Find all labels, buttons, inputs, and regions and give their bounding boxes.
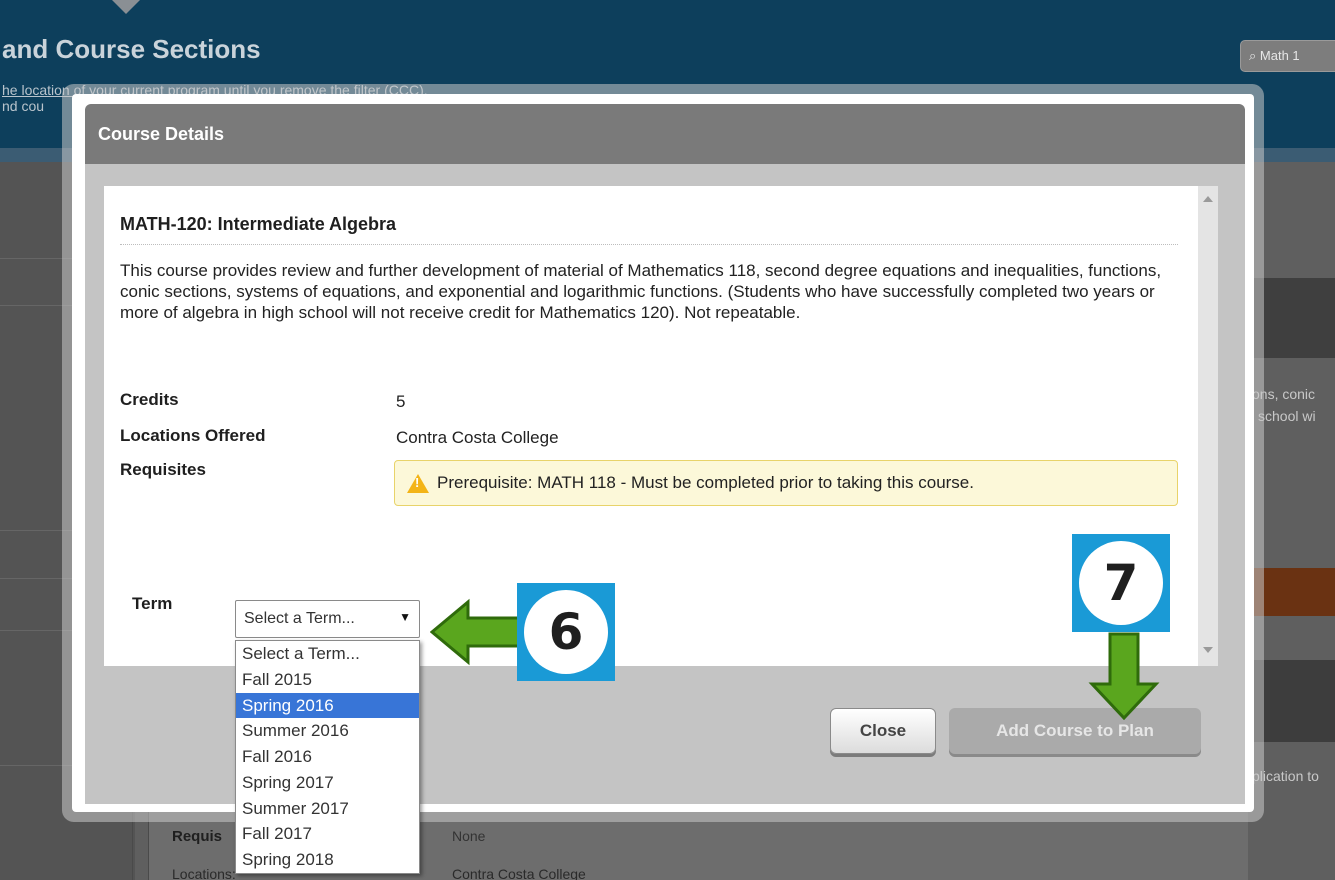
term-option[interactable]: Summer 2017 xyxy=(236,796,419,822)
term-option[interactable]: Fall 2015 xyxy=(236,667,419,693)
step-7-badge: 7 xyxy=(1072,534,1170,632)
down-arrow-icon xyxy=(1088,632,1160,720)
bg-course-text-3: plication to xyxy=(1252,768,1319,784)
search-box[interactable]: ⌕ Math 1 xyxy=(1240,40,1335,72)
course-card-header xyxy=(1245,278,1335,358)
locations-value: Contra Costa College xyxy=(396,428,559,447)
add-course-to-plan-button[interactable]: Add Course to Plan xyxy=(949,708,1201,754)
bg-requisites-value: None xyxy=(452,828,486,844)
bg-locations-value: Contra Costa College xyxy=(452,866,586,880)
page-title: and Course Sections xyxy=(2,34,261,64)
bg-locations-label: Locations: xyxy=(172,866,236,880)
bg-requisites-label: Requis xyxy=(172,828,223,845)
term-option-highlighted[interactable]: Spring 2016 xyxy=(236,692,419,719)
course-description: This course provides review and further … xyxy=(120,261,1162,322)
locations-label: Locations Offered xyxy=(120,426,266,445)
prerequisite-text: Prerequisite: MATH 118 - Must be complet… xyxy=(437,473,974,492)
term-option[interactable]: Select a Term... xyxy=(236,641,419,667)
search-icon: ⌕ xyxy=(1249,48,1257,63)
title-divider xyxy=(120,244,1178,245)
credits-label: Credits xyxy=(120,390,179,409)
filter-notice-2: nd cou xyxy=(2,98,45,114)
course-details-scroll-area xyxy=(104,186,1198,666)
scroll-up-arrow-icon[interactable] xyxy=(1203,196,1213,202)
term-option[interactable]: Spring 2018 xyxy=(236,847,419,873)
scroll-down-arrow-icon[interactable] xyxy=(1203,647,1213,653)
close-button[interactable]: Close xyxy=(830,708,936,754)
step-6-number: 6 xyxy=(524,590,608,674)
term-option[interactable]: Fall 2017 xyxy=(236,821,419,847)
step-7-number: 7 xyxy=(1079,541,1163,625)
dialog-header: Course Details xyxy=(85,104,1245,164)
left-arrow-icon xyxy=(430,598,526,666)
chevron-down-icon: ▼ xyxy=(399,610,411,624)
bg-dark-card xyxy=(1245,660,1335,742)
prerequisite-alert: ! Prerequisite: MATH 118 - Must be compl… xyxy=(394,460,1178,506)
bg-course-text-2: school wi xyxy=(1258,408,1316,424)
step-6-badge: 6 xyxy=(517,583,615,681)
term-option[interactable]: Fall 2016 xyxy=(236,744,419,770)
dialog-title: Course Details xyxy=(98,124,225,144)
warning-exclamation: ! xyxy=(415,475,420,490)
bg-course-text-1: ons, conic xyxy=(1252,386,1316,402)
bg-orange-bar xyxy=(1245,568,1335,616)
requisites-label: Requisites xyxy=(120,460,206,479)
term-select[interactable]: Select a Term... ▼ xyxy=(235,600,420,638)
nav-caret xyxy=(112,0,140,14)
search-value: Math 1 xyxy=(1259,48,1300,63)
credits-value: 5 xyxy=(396,392,406,411)
term-option[interactable]: Spring 2017 xyxy=(236,770,419,796)
term-label: Term xyxy=(132,594,173,613)
term-select-value: Select a Term... xyxy=(244,610,355,627)
term-option[interactable]: Summer 2016 xyxy=(236,718,419,744)
scrollbar[interactable] xyxy=(1198,186,1218,666)
term-dropdown-list[interactable]: Select a Term... Fall 2015 Spring 2016 S… xyxy=(235,640,420,874)
course-title: MATH-120: Intermediate Algebra xyxy=(120,214,397,234)
